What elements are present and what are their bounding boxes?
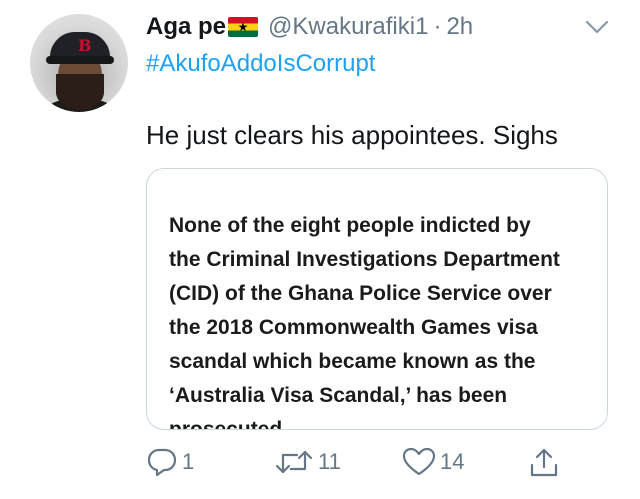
share-icon [530, 448, 558, 477]
ghana-flag-icon: ★ [228, 17, 259, 37]
card-line: the Criminal Investigations Department [169, 248, 560, 271]
avatar-beard [56, 74, 104, 110]
like-button[interactable]: 14 [402, 443, 464, 481]
separator-dot: · [433, 13, 442, 40]
tweet-header: Aga pe ★ @Kwakurafiki1 · 2h [146, 10, 473, 44]
reply-button[interactable]: 1 [146, 443, 194, 481]
user-handle[interactable]: @Kwakurafiki1 [268, 13, 428, 41]
tweet-text: He just clears his appointees. Sighs [146, 120, 558, 150]
card-line: prosecuted [169, 418, 283, 430]
quoted-image-card[interactable]: None of the eight people indicted by the… [146, 168, 608, 430]
retweet-button[interactable]: 11 [274, 443, 341, 481]
avatar-cap-logo: B [78, 36, 92, 55]
timestamp[interactable]: 2h [446, 13, 473, 41]
avatar-cap-bill [46, 56, 114, 64]
hashtag-link[interactable]: #AkufoAddoIsCorrupt [146, 50, 375, 78]
reply-count: 1 [182, 449, 195, 474]
retweet-icon [275, 450, 313, 474]
card-line: (CID) of the Ghana Police Service over [169, 282, 552, 305]
tweet-actions: 1 11 14 [146, 443, 576, 481]
card-line: None of the eight people indicted by [169, 214, 531, 237]
avatar[interactable]: B [30, 14, 128, 112]
card-text: None of the eight people indicted by the… [169, 209, 599, 430]
chevron-down-icon[interactable] [584, 18, 610, 36]
card-line: scandal which became known as the [169, 350, 536, 373]
retweet-count: 11 [318, 449, 341, 474]
display-name[interactable]: Aga pe [146, 13, 226, 41]
reply-icon [147, 448, 177, 477]
tweet: B Aga pe ★ @Kwakurafiki1 · 2h #AkufoAddo… [0, 0, 640, 499]
flag-star-icon: ★ [237, 20, 249, 34]
like-count: 14 [440, 449, 465, 474]
heart-icon [402, 447, 436, 476]
share-button[interactable] [528, 443, 560, 481]
card-line: the 2018 Commonwealth Games visa [169, 316, 538, 339]
card-line: ‘Australia Visa Scandal,’ has been [169, 384, 508, 407]
